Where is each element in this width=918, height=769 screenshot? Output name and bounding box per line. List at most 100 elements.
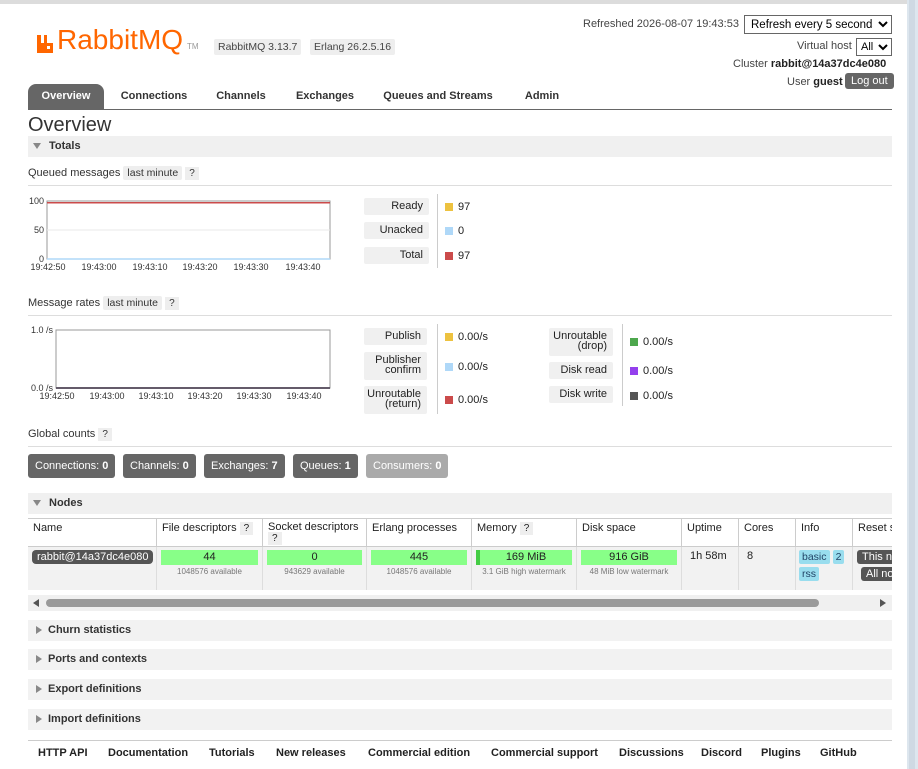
y-tick-label: 100 [29,196,44,206]
churn-statistics-toggle[interactable]: Churn statistics [28,620,892,641]
tab-connections[interactable]: Connections [112,84,196,109]
rates-help-icon[interactable]: ? [165,297,179,310]
legend-disk-write-value: 0.00/s [643,390,673,402]
message-rates-header: Message rates last minute ? [28,296,892,316]
tab-channels[interactable]: Channels [208,84,274,109]
cluster-info: Cluster rabbit@14a37dc4e080 [733,58,886,70]
socket-descriptors-help-icon[interactable]: ? [268,532,282,545]
footer-commercial-support-link[interactable]: Commercial support [491,741,598,765]
col-info: Info [796,518,853,547]
footer-github-link[interactable]: GitHub [820,741,857,765]
publish-swatch [445,333,453,342]
disk-space-watermark: 48 MiB low watermark [589,567,669,576]
legend-disk-read-label: Disk read [549,362,613,379]
window-top-edge [0,0,918,4]
export-definitions-toggle[interactable]: Export definitions [28,679,892,700]
col-memory-label: Memory [477,522,517,534]
info-count-tag[interactable]: 2 [832,550,845,564]
x-tick-label: 19:43:30 [233,262,268,272]
rabbitmq-logo[interactable]: RabbitMQ TM [35,24,199,54]
file-descriptors-cell: 44 1048576 available [157,547,263,590]
queued-help-icon[interactable]: ? [185,167,199,180]
import-definitions-toggle[interactable]: Import definitions [28,709,892,730]
connections-count-button[interactable]: Connections: 0 [28,454,116,478]
legend-unacked-value: 0 [458,225,465,237]
vhost-select[interactable]: All [856,38,892,56]
collapsed-triangle-icon [36,626,42,635]
col-memory: Memory ? [472,518,577,547]
tab-overview[interactable]: Overview [28,84,104,109]
col-reset-stats: Reset s [853,518,892,547]
nodes-section-toggle[interactable]: Nodes [28,493,892,514]
socket-descriptors-cell: 0 943629 available [263,547,367,590]
scroll-right-arrow-icon[interactable] [880,599,886,607]
file-descriptors-help-icon[interactable]: ? [239,522,254,535]
footer-tutorials-link[interactable]: Tutorials [209,741,255,765]
legend-disk-read-value-row: 0.00/s [630,365,673,377]
connections-count-value: 0 [102,460,109,472]
erlang-processes-bar: 445 [371,550,467,565]
legend-publisher-confirm-value-row: 0.00/s [445,361,488,373]
erlang-processes-available: 1048576 available [386,567,452,576]
rates-range-selector[interactable]: last minute [103,296,162,310]
erlang-processes-cell: 445 1048576 available [367,547,472,590]
y-tick-label: 1.0 /s [31,325,54,335]
tab-queues-and-streams[interactable]: Queues and Streams [376,84,500,109]
collapsed-triangle-icon [36,715,42,724]
socket-descriptors-bar: 0 [267,550,362,565]
legend-unroutable-drop-value-row: 0.00/s [630,336,673,348]
disk-space-cell: 916 GiB 48 MiB low watermark [577,547,682,590]
consumers-count-button[interactable]: Consumers: 0 [366,454,449,478]
footer-http-api-link[interactable]: HTTP API [38,741,88,765]
reset-stats-cell: This n All no [853,547,892,590]
memory-help-icon[interactable]: ? [519,522,534,535]
footer-commercial-edition-link[interactable]: Commercial edition [368,741,470,765]
x-tick-label: 19:42:50 [30,262,65,272]
footer-documentation-link[interactable]: Documentation [108,741,188,765]
scroll-left-arrow-icon[interactable] [33,599,39,607]
node-name-cell: rabbit@14a37dc4e080 [28,547,157,590]
info-basic-tag[interactable]: basic [799,550,830,564]
tab-admin[interactable]: Admin [516,84,568,109]
legend-publisher-confirm-value: 0.00/s [458,361,488,373]
col-cores: Cores [739,518,796,547]
legend-unroutable-return-value: 0.00/s [458,394,488,406]
x-tick-label: 19:43:10 [132,262,167,272]
node-name-link[interactable]: rabbit@14a37dc4e080 [32,550,154,564]
exchanges-count-button[interactable]: Exchanges: 7 [204,454,285,478]
queued-messages-label: Queued messages [28,167,121,179]
tab-exchanges[interactable]: Exchanges [288,84,362,109]
connections-count-label: Connections: [35,460,100,472]
legend-publish-value-row: 0.00/s [445,331,488,343]
queues-count-label: Queues: [300,460,342,472]
main-tabs: Overview Connections Channels Exchanges … [28,84,892,110]
reset-all-nodes-button[interactable]: All no [861,567,892,581]
queued-range-selector[interactable]: last minute [123,166,183,180]
info-rss-tag[interactable]: rss [799,567,819,581]
footer-plugins-link[interactable]: Plugins [761,741,801,765]
ports-and-contexts-toggle[interactable]: Ports and contexts [28,649,892,670]
channels-count-button[interactable]: Channels: 0 [123,454,196,478]
import-definitions-title: Import definitions [48,713,141,725]
nodes-title: Nodes [49,497,83,509]
churn-statistics-title: Churn statistics [48,624,132,636]
scrollbar-thumb[interactable] [46,599,819,607]
x-tick-label: 19:43:20 [182,262,217,272]
footer-new-releases-link[interactable]: New releases [276,741,346,765]
footer-discussions-link[interactable]: Discussions [619,741,684,765]
totals-section-toggle[interactable]: Totals [28,136,892,157]
queues-count-button[interactable]: Queues: 1 [293,454,358,478]
logo-tm: TM [187,42,199,51]
file-descriptors-bar: 44 [161,550,258,565]
global-counts-help-icon[interactable]: ? [98,428,112,441]
footer-discord-link[interactable]: Discord [701,741,742,765]
refresh-interval-select[interactable]: Refresh every 5 seconds [744,15,892,34]
disk-read-swatch [630,367,638,376]
reset-this-node-button[interactable]: This n [857,550,892,564]
col-socket-descriptors-label: Socket descriptors [268,521,359,533]
col-name: Name [28,518,157,547]
consumers-count-label: Consumers: [373,460,433,472]
nodes-horizontal-scrollbar[interactable] [28,595,892,611]
x-tick-label: 19:43:10 [138,391,173,401]
unroutable-drop-swatch [630,338,638,347]
